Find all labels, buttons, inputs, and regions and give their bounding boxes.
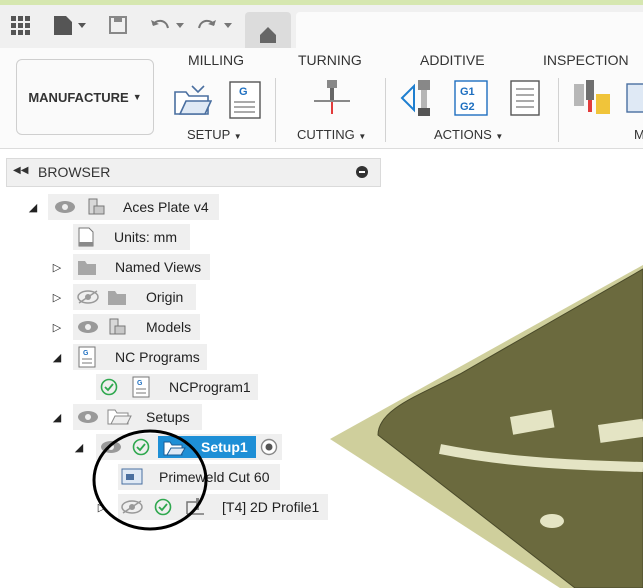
tree-label: Origin [146,289,184,305]
ribbon: MANUFACTURE ▼ MILLING TURNING ADDITIVE I… [0,48,643,149]
expand-arrow-icon[interactable]: ▷ [50,260,64,274]
title-strip [0,0,643,5]
actions-panel-label: ACTIONS [434,127,492,142]
quick-access-toolbar [0,0,643,49]
chevron-down-icon: ▼ [495,132,504,141]
home-icon [260,27,276,43]
minimize-icon[interactable] [356,166,368,178]
nc-program-icon[interactable]: G [228,80,262,125]
chevron-down-icon: ▼ [233,132,242,141]
g2-label: G2 [460,101,475,113]
component-icon [88,198,105,215]
tree-label: Named Views [115,259,202,275]
actions-panel-button[interactable]: ACTIONS ▼ [434,127,503,142]
workspace-dropdown[interactable]: MANUFACTURE ▼ [16,59,154,135]
collapse-arrow-icon[interactable]: ◢ [50,350,64,364]
divider [275,78,276,142]
eye-icon[interactable] [77,320,99,334]
tab-milling[interactable]: MILLING [188,52,244,68]
folder-icon [78,261,96,275]
check-icon [100,378,118,396]
collapse-arrow-icon[interactable]: ◢ [72,440,86,454]
setup-folder-icon[interactable] [172,82,213,123]
activate-radio-icon[interactable] [260,438,278,456]
collapse-panel-icon[interactable]: ◀◀ [13,165,28,176]
folder-icon [108,291,126,305]
collapse-arrow-icon[interactable]: ◢ [50,410,64,424]
setup-panel-label: SETUP [187,127,231,142]
workspace-label: MANUFACTURE [28,89,129,105]
nc-program-icon: G [78,346,96,368]
tree-label: [T4] 2D Profile1 [222,499,320,515]
annotation-circle [92,429,208,531]
svg-text:G: G [239,86,248,98]
save-icon[interactable] [108,14,128,36]
divider [385,78,386,142]
inspect-surface-icon[interactable] [624,82,643,123]
collapse-arrow-icon[interactable]: ◢ [26,200,40,214]
eye-icon[interactable] [77,410,99,424]
cutting-panel-button[interactable]: CUTTING ▼ [297,127,366,142]
setup-sheet-icon[interactable] [510,80,540,121]
g-label: G [83,350,89,357]
tree-label: Units: mm [114,229,177,245]
eye-icon[interactable] [54,200,76,214]
setups-folder-icon [107,409,132,425]
tree-label: Aces Plate v4 [123,199,209,215]
tab-turning[interactable]: TURNING [298,52,362,68]
cutting-tool-icon[interactable] [312,78,352,127]
tree-label: NC Programs [115,349,200,365]
g-label: G [137,380,143,387]
nc-program-icon: G [132,376,150,398]
tree-label: Setups [146,409,190,425]
simulate-icon[interactable] [400,78,440,125]
cutting-panel-label: CUTTING [297,127,355,142]
mount-hole [540,514,564,528]
post-process-icon[interactable]: G1 G2 [454,80,488,121]
document-tab-area [296,12,643,48]
undo-icon[interactable] [148,14,188,36]
grid-icon[interactable] [10,14,30,36]
g1-label: G1 [460,86,475,98]
chevron-down-icon: ▼ [358,132,367,141]
probe-icon[interactable] [572,78,616,125]
expand-arrow-icon[interactable]: ▷ [50,320,64,334]
eye-hidden-icon[interactable] [77,290,99,304]
inspection-panel-label[interactable]: M [634,127,643,142]
tab-inspection[interactable]: INSPECTION [543,52,629,68]
document-settings-icon [78,227,94,247]
component-icon [109,318,126,335]
chevron-down-icon: ▼ [132,92,142,102]
browser-title: BROWSER [38,164,111,180]
home-tab[interactable] [245,12,291,48]
tree-label: NCProgram1 [169,379,251,395]
tree-label: Models [146,319,192,335]
redo-icon[interactable] [196,14,236,36]
setup-panel-button[interactable]: SETUP ▼ [187,127,242,142]
divider [558,78,559,142]
browser-header: ◀◀ BROWSER [6,158,381,187]
file-icon[interactable] [52,14,88,36]
expand-arrow-icon[interactable]: ▷ [50,290,64,304]
tab-additive[interactable]: ADDITIVE [420,52,485,68]
